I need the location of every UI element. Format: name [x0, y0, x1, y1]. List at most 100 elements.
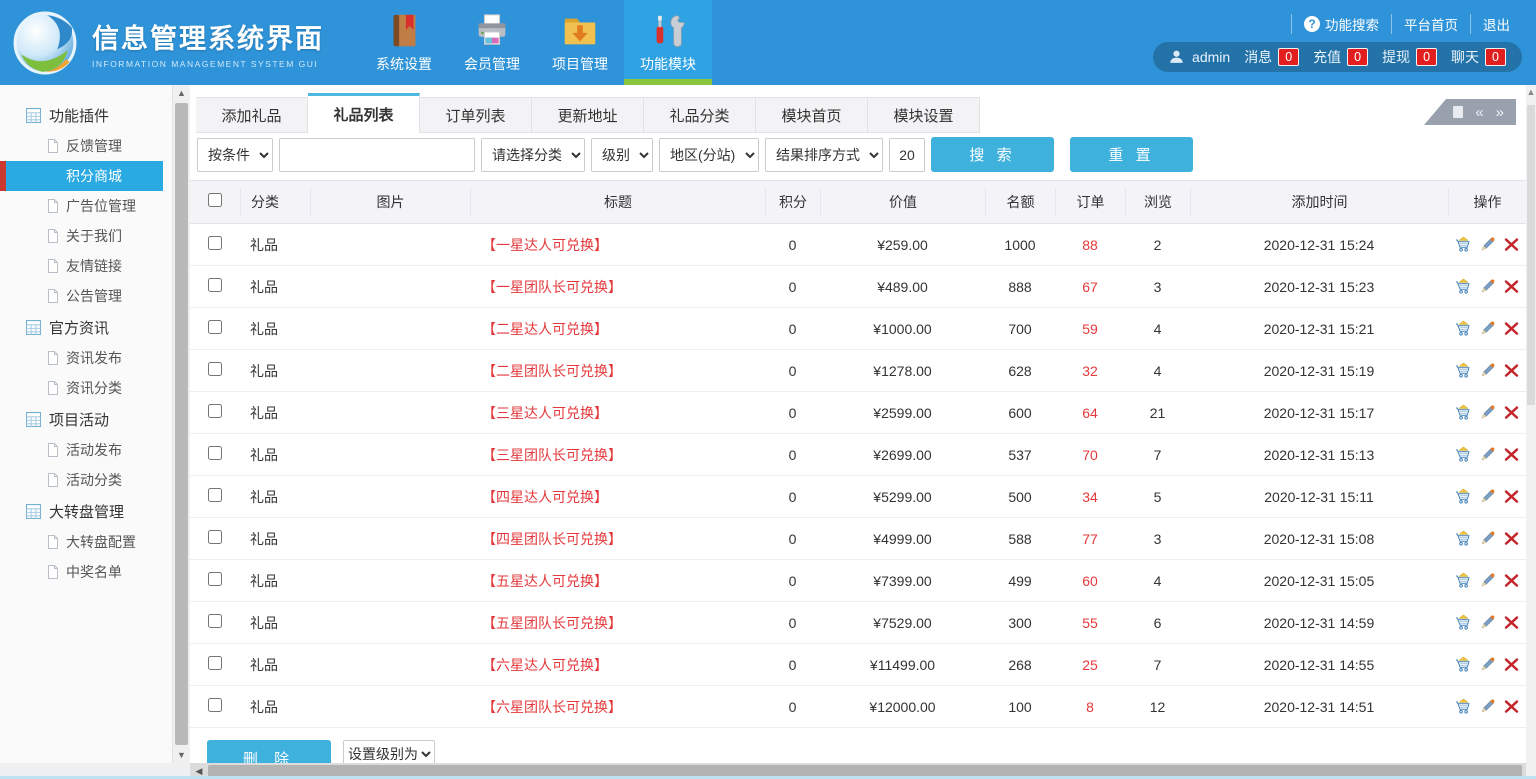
- gift-title-link[interactable]: 【六星达人可兑换】: [482, 657, 608, 673]
- gift-title-link[interactable]: 【一星团队长可兑换】: [482, 279, 622, 295]
- gift-title-link[interactable]: 【一星达人可兑换】: [482, 237, 608, 253]
- sidebar-group-header[interactable]: 大转盘管理: [0, 495, 172, 527]
- scrollbar-down-arrow[interactable]: ▼: [173, 750, 190, 760]
- delete-icon[interactable]: [1503, 362, 1520, 379]
- cart-icon[interactable]: [1455, 656, 1472, 673]
- quick-link[interactable]: 退出: [1470, 14, 1522, 34]
- select-all-checkbox[interactable]: [208, 193, 222, 207]
- user-counter[interactable]: 提现 0: [1382, 47, 1437, 67]
- top-nav-item[interactable]: 会员管理: [448, 0, 536, 85]
- sidebar-item[interactable]: 资讯发布: [0, 343, 163, 373]
- sidebar-scrollbar[interactable]: ▲ ▼: [172, 85, 190, 763]
- edit-icon[interactable]: [1479, 404, 1496, 421]
- cart-icon[interactable]: [1455, 488, 1472, 505]
- tab[interactable]: 模块首页: [756, 97, 868, 133]
- cart-icon[interactable]: [1455, 530, 1472, 547]
- delete-icon[interactable]: [1503, 236, 1520, 253]
- cart-icon[interactable]: [1455, 362, 1472, 379]
- top-nav-item[interactable]: 系统设置: [360, 0, 448, 85]
- row-checkbox[interactable]: [208, 488, 222, 502]
- row-checkbox[interactable]: [208, 698, 222, 712]
- page-scrollbar-thumb[interactable]: [1527, 105, 1535, 405]
- row-checkbox[interactable]: [208, 656, 222, 670]
- row-checkbox[interactable]: [208, 236, 222, 250]
- sidebar-item[interactable]: 资讯分类: [0, 373, 163, 403]
- category-select[interactable]: 请选择分类: [481, 138, 585, 172]
- tab[interactable]: 添加礼品: [196, 97, 308, 133]
- reset-button[interactable]: 重 置: [1070, 137, 1193, 172]
- page-scrollbar[interactable]: ▲: [1526, 85, 1536, 779]
- gift-title-link[interactable]: 【四星团队长可兑换】: [482, 531, 622, 547]
- cart-icon[interactable]: [1455, 446, 1472, 463]
- delete-icon[interactable]: [1503, 572, 1520, 589]
- delete-icon[interactable]: [1503, 698, 1520, 715]
- row-checkbox[interactable]: [208, 404, 222, 418]
- scroll-left-icon[interactable]: «: [1475, 105, 1483, 120]
- delete-icon[interactable]: [1503, 404, 1520, 421]
- gift-title-link[interactable]: 【五星达人可兑换】: [482, 573, 608, 589]
- keyword-input[interactable]: [279, 138, 475, 172]
- row-checkbox[interactable]: [208, 362, 222, 376]
- sidebar-item[interactable]: 中奖名单: [0, 557, 163, 587]
- condition-select[interactable]: 按条件: [197, 138, 273, 172]
- delete-icon[interactable]: [1503, 446, 1520, 463]
- gift-title-link[interactable]: 【四星达人可兑换】: [482, 489, 608, 505]
- edit-icon[interactable]: [1479, 236, 1496, 253]
- tab[interactable]: 订单列表: [420, 97, 532, 133]
- sidebar-item[interactable]: 广告位管理: [0, 191, 163, 221]
- sidebar-item[interactable]: 反馈管理: [0, 131, 163, 161]
- edit-icon[interactable]: [1479, 614, 1496, 631]
- sidebar-item[interactable]: 活动发布: [0, 435, 163, 465]
- scrollbar-up-arrow[interactable]: ▲: [173, 88, 190, 98]
- edit-icon[interactable]: [1479, 698, 1496, 715]
- row-checkbox[interactable]: [208, 614, 222, 628]
- row-checkbox[interactable]: [208, 572, 222, 586]
- level-select[interactable]: 级别: [591, 138, 653, 172]
- username[interactable]: admin: [1192, 49, 1230, 65]
- quick-link[interactable]: 平台首页: [1391, 14, 1470, 34]
- gift-title-link[interactable]: 【六星团队长可兑换】: [482, 699, 622, 715]
- top-nav-item[interactable]: 功能模块: [624, 0, 712, 85]
- edit-icon[interactable]: [1479, 446, 1496, 463]
- edit-icon[interactable]: [1479, 278, 1496, 295]
- gift-title-link[interactable]: 【三星达人可兑换】: [482, 405, 608, 421]
- delete-icon[interactable]: [1503, 656, 1520, 673]
- cart-icon[interactable]: [1455, 572, 1472, 589]
- edit-icon[interactable]: [1479, 320, 1496, 337]
- cart-icon[interactable]: [1455, 404, 1472, 421]
- sort-select[interactable]: 结果排序方式: [765, 138, 883, 172]
- tab[interactable]: 礼品列表: [308, 93, 420, 133]
- sidebar-item[interactable]: 关于我们: [0, 221, 163, 251]
- row-checkbox[interactable]: [208, 320, 222, 334]
- edit-icon[interactable]: [1479, 488, 1496, 505]
- sidebar-item[interactable]: 积分商城: [0, 161, 163, 191]
- edit-icon[interactable]: [1479, 362, 1496, 379]
- cart-icon[interactable]: [1455, 614, 1472, 631]
- scrollbar-thumb[interactable]: [175, 103, 188, 745]
- cart-icon[interactable]: [1455, 278, 1472, 295]
- user-counter[interactable]: 消息 0: [1244, 47, 1299, 67]
- row-checkbox[interactable]: [208, 278, 222, 292]
- sidebar-item[interactable]: 友情链接: [0, 251, 163, 281]
- page-size-input[interactable]: [889, 138, 925, 172]
- sidebar-item[interactable]: 大转盘配置: [0, 527, 163, 557]
- cart-icon[interactable]: [1455, 698, 1472, 715]
- user-counter[interactable]: 聊天 0: [1451, 47, 1506, 67]
- tab[interactable]: 更新地址: [532, 97, 644, 133]
- tab[interactable]: 礼品分类: [644, 97, 756, 133]
- delete-icon[interactable]: [1503, 278, 1520, 295]
- cart-icon[interactable]: [1455, 236, 1472, 253]
- page-scrollbar-up-arrow[interactable]: ▲: [1526, 87, 1536, 97]
- delete-icon[interactable]: [1503, 614, 1520, 631]
- row-checkbox[interactable]: [208, 530, 222, 544]
- gift-title-link[interactable]: 【二星达人可兑换】: [482, 321, 608, 337]
- edit-icon[interactable]: [1479, 656, 1496, 673]
- search-button[interactable]: 搜 索: [931, 137, 1054, 172]
- sidebar-group-header[interactable]: 项目活动: [0, 403, 172, 435]
- tab[interactable]: 模块设置: [868, 97, 980, 133]
- gift-title-link[interactable]: 【五星团队长可兑换】: [482, 615, 622, 631]
- delete-icon[interactable]: [1503, 320, 1520, 337]
- region-select[interactable]: 地区(分站): [659, 138, 759, 172]
- gift-title-link[interactable]: 【二星团队长可兑换】: [482, 363, 622, 379]
- edit-icon[interactable]: [1479, 530, 1496, 547]
